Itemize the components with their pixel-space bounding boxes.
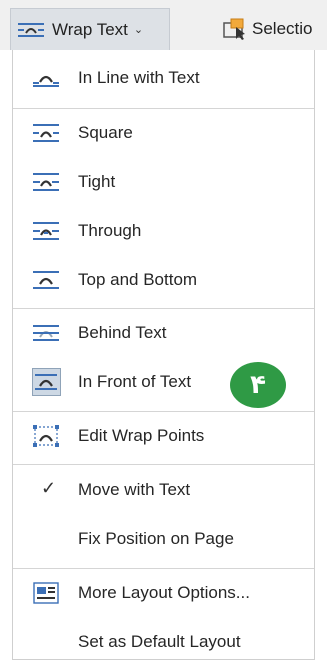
in-front-of-text-icon xyxy=(35,374,57,390)
menu-item-move-with-text[interactable]: ✓ Move with Text xyxy=(13,470,314,510)
menu-item-in-line-with-text[interactable]: In Line with Text xyxy=(13,58,314,98)
menu-item-label: In Line with Text xyxy=(78,68,200,87)
wrap-text-icon xyxy=(18,22,44,37)
menu-item-label: Fix Position on Page xyxy=(78,529,234,548)
wrap-text-label: Wrap Text xyxy=(52,19,128,39)
top-and-bottom-icon xyxy=(33,271,59,289)
menu-item-label: Square xyxy=(78,123,133,142)
menu-item-label: Set as Default Layout xyxy=(78,632,241,651)
menu-separator xyxy=(13,308,314,309)
through-wrap-icon xyxy=(33,222,59,240)
menu-item-label: More Layout Options... xyxy=(78,583,250,602)
menu-item-label: Move with Text xyxy=(78,480,191,499)
menu-item-tight[interactable]: Tight xyxy=(13,162,314,202)
toolbar: Wrap Text ⌄ Selectio xyxy=(0,0,327,50)
menu-item-label: Behind Text xyxy=(78,323,167,342)
chevron-down-icon: ⌄ xyxy=(133,24,144,36)
menu-item-label: Edit Wrap Points xyxy=(78,426,205,445)
selection-pane-button[interactable]: Selectio xyxy=(222,18,312,40)
menu-separator xyxy=(13,108,314,109)
menu-item-label: Tight xyxy=(78,172,116,191)
wrap-text-dropdown-menu: In Line with Text Square Tight Through T… xyxy=(12,50,315,660)
menu-separator xyxy=(13,464,314,465)
menu-separator xyxy=(13,568,314,569)
wrap-text-button[interactable]: Wrap Text ⌄ xyxy=(10,8,170,50)
edit-wrap-points-icon xyxy=(33,425,59,447)
step-number-badge: ۴ xyxy=(230,362,286,408)
menu-item-behind-text[interactable]: Behind Text xyxy=(13,313,314,353)
menu-item-fix-position-on-page[interactable]: Fix Position on Page xyxy=(13,519,314,559)
menu-separator xyxy=(13,411,314,412)
selection-pane-label: Selectio xyxy=(252,19,313,38)
menu-item-label: Top and Bottom xyxy=(78,270,198,289)
in-line-with-text-icon xyxy=(33,75,59,87)
menu-item-edit-wrap-points[interactable]: Edit Wrap Points xyxy=(13,416,314,456)
checkmark-icon: ✓ xyxy=(41,478,57,498)
selection-pane-icon xyxy=(223,18,245,40)
menu-item-top-and-bottom[interactable]: Top and Bottom xyxy=(13,260,314,300)
menu-item-through[interactable]: Through xyxy=(13,211,314,251)
menu-item-label: Through xyxy=(78,221,142,240)
behind-text-icon xyxy=(33,325,59,341)
menu-item-label: In Front of Text xyxy=(78,372,192,391)
menu-item-more-layout-options[interactable]: More Layout Options... xyxy=(13,573,314,613)
tight-wrap-icon xyxy=(33,173,59,191)
menu-item-set-as-default-layout[interactable]: Set as Default Layout xyxy=(13,622,314,659)
square-wrap-icon xyxy=(33,124,59,142)
menu-item-square[interactable]: Square xyxy=(13,113,314,153)
layout-options-icon xyxy=(33,582,59,604)
